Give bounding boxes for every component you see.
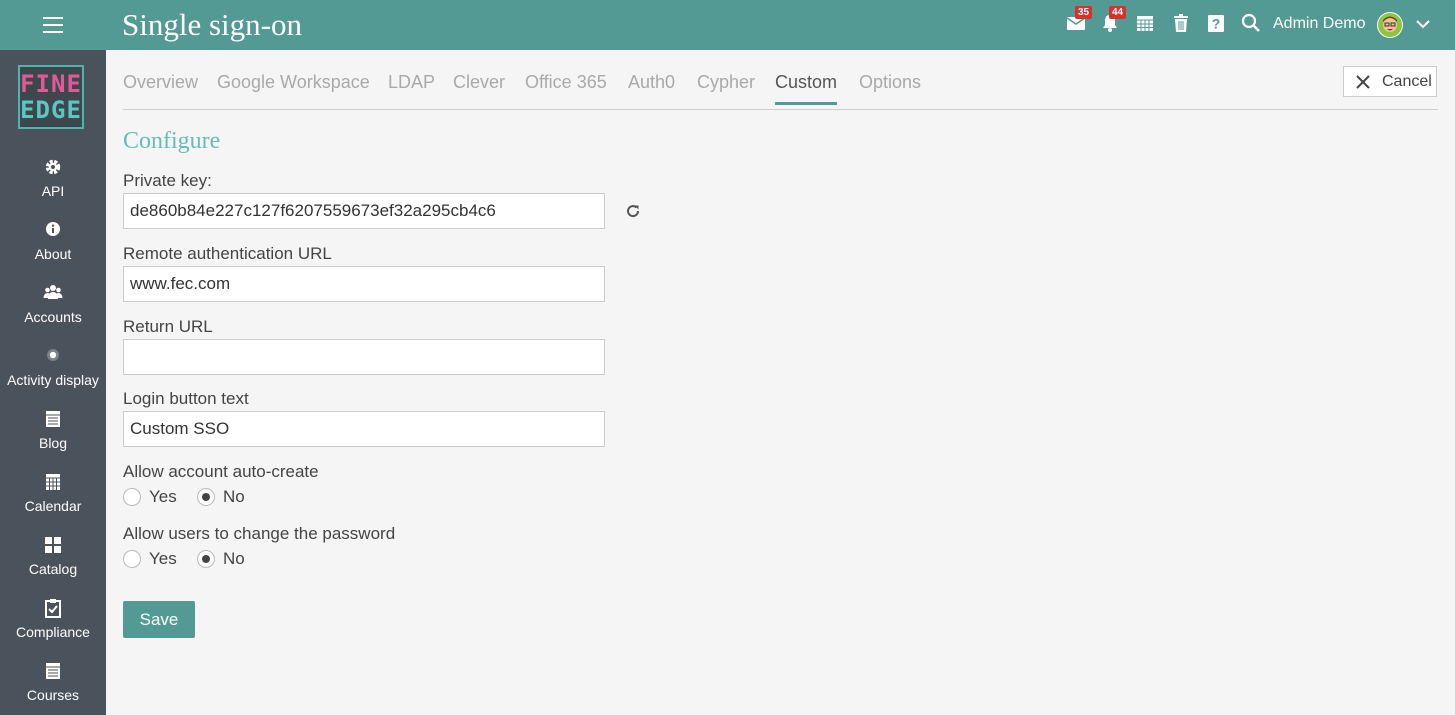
tab-overview[interactable]: Overview [123, 72, 198, 105]
change-password-yes-radio[interactable]: Yes [123, 549, 183, 571]
tab-office-365[interactable]: Office 365 [525, 72, 607, 105]
help-button[interactable]: ? [1206, 13, 1228, 35]
close-icon [1355, 74, 1371, 90]
messages-button[interactable]: 35 [1066, 6, 1093, 35]
sidebar-item-label: Courses [26, 687, 80, 703]
sidebar: FINE EDGE API About Accounts Activity di… [0, 50, 106, 715]
sidebar-item-label: Calendar [24, 498, 82, 514]
radio-label: Yes [149, 487, 177, 506]
tab-clever[interactable]: Clever [453, 72, 505, 105]
private-key-input[interactable] [123, 193, 605, 229]
sidebar-item-label: Activity display [7, 372, 99, 388]
radio-label: Yes [149, 549, 177, 568]
dot-circle-icon [43, 346, 63, 366]
sidebar-item-label: Catalog [28, 561, 78, 577]
chevron-down-icon[interactable] [1414, 17, 1432, 31]
search-icon [1241, 13, 1263, 33]
tab-google-workspace[interactable]: Google Workspace [217, 72, 370, 105]
tab-divider [123, 109, 1438, 110]
notebook-icon [43, 409, 63, 429]
sidebar-item-calendar[interactable]: Calendar [0, 472, 106, 532]
auto-create-label: Allow account auto-create [123, 462, 319, 481]
gear-icon [43, 157, 63, 177]
trash-icon [1171, 13, 1193, 33]
auto-create-no-radio[interactable]: No [197, 487, 252, 509]
private-key-label: Private key: [123, 171, 212, 190]
sidebar-item-label: Compliance [16, 624, 90, 640]
save-button[interactable]: Save [123, 601, 195, 638]
sidebar-item-courses[interactable]: Courses [0, 661, 106, 715]
logo-line1: FINE [20, 70, 82, 98]
radio-circle [197, 488, 215, 506]
radio-label: No [223, 487, 245, 506]
auto-create-yes-radio[interactable]: Yes [123, 487, 183, 509]
avatar[interactable] [1377, 12, 1403, 38]
radio-circle [123, 550, 141, 568]
refresh-icon[interactable] [624, 202, 642, 220]
sidebar-item-label: Accounts [24, 309, 82, 325]
sidebar-item-blog[interactable]: Blog [0, 409, 106, 469]
sidebar-item-label: About [34, 246, 72, 262]
hamburger-menu-button[interactable] [0, 0, 106, 50]
sidebar-item-catalog[interactable]: Catalog [0, 535, 106, 595]
sidebar-item-about[interactable]: About [0, 220, 106, 280]
radio-circle [123, 488, 141, 506]
tab-cypher[interactable]: Cypher [697, 72, 755, 105]
cancel-label: Cancel [1382, 73, 1432, 90]
tab-ldap[interactable]: LDAP [388, 72, 435, 105]
trash-button[interactable] [1171, 13, 1193, 35]
logo-line2: EDGE [20, 96, 82, 124]
users-icon [43, 283, 63, 303]
clipboard-check-icon [43, 598, 63, 618]
calendar-button[interactable] [1135, 13, 1157, 35]
messages-badge: 35 [1075, 6, 1093, 19]
remote-url-label: Remote authentication URL [123, 244, 332, 263]
change-password-no-radio[interactable]: No [197, 549, 252, 571]
sidebar-item-api[interactable]: API [0, 157, 106, 217]
change-password-label: Allow users to change the password [123, 524, 396, 543]
notifications-button[interactable]: 44 [1100, 6, 1127, 35]
tab-options[interactable]: Options [859, 72, 921, 105]
notifications-badge: 44 [1109, 6, 1127, 19]
calendar-icon [43, 472, 63, 492]
logo[interactable]: FINE EDGE [18, 65, 84, 129]
return-url-input[interactable] [123, 339, 605, 375]
hamburger-icon [43, 17, 63, 33]
book-icon [43, 661, 63, 681]
section-title: Configure [123, 128, 221, 154]
sidebar-item-activity-display[interactable]: Activity display [0, 346, 106, 406]
radio-circle [197, 550, 215, 568]
login-text-input[interactable] [123, 411, 605, 447]
sidebar-item-compliance[interactable]: Compliance [0, 598, 106, 658]
login-text-label: Login button text [123, 389, 249, 408]
info-icon [43, 220, 63, 240]
question-icon: ? [1206, 13, 1228, 33]
radio-label: No [223, 549, 245, 568]
tab-custom[interactable]: Custom [775, 72, 838, 105]
sidebar-item-label: API [41, 183, 65, 199]
sidebar-item-label: Blog [38, 435, 68, 451]
grid-icon [43, 535, 63, 555]
cancel-button[interactable]: Cancel [1343, 66, 1437, 97]
top-bar: Single sign-on 35 44 ? Admin Demo [0, 0, 1455, 50]
remote-url-input[interactable] [123, 266, 605, 302]
calendar-icon [1135, 13, 1157, 33]
svg-text:?: ? [1212, 16, 1221, 32]
tab-auth0[interactable]: Auth0 [628, 72, 675, 105]
search-button[interactable] [1241, 13, 1263, 35]
return-url-label: Return URL [123, 317, 213, 336]
user-name[interactable]: Admin Demo [1273, 15, 1365, 33]
page-title: Single sign-on [122, 7, 302, 42]
sidebar-item-accounts[interactable]: Accounts [0, 283, 106, 343]
